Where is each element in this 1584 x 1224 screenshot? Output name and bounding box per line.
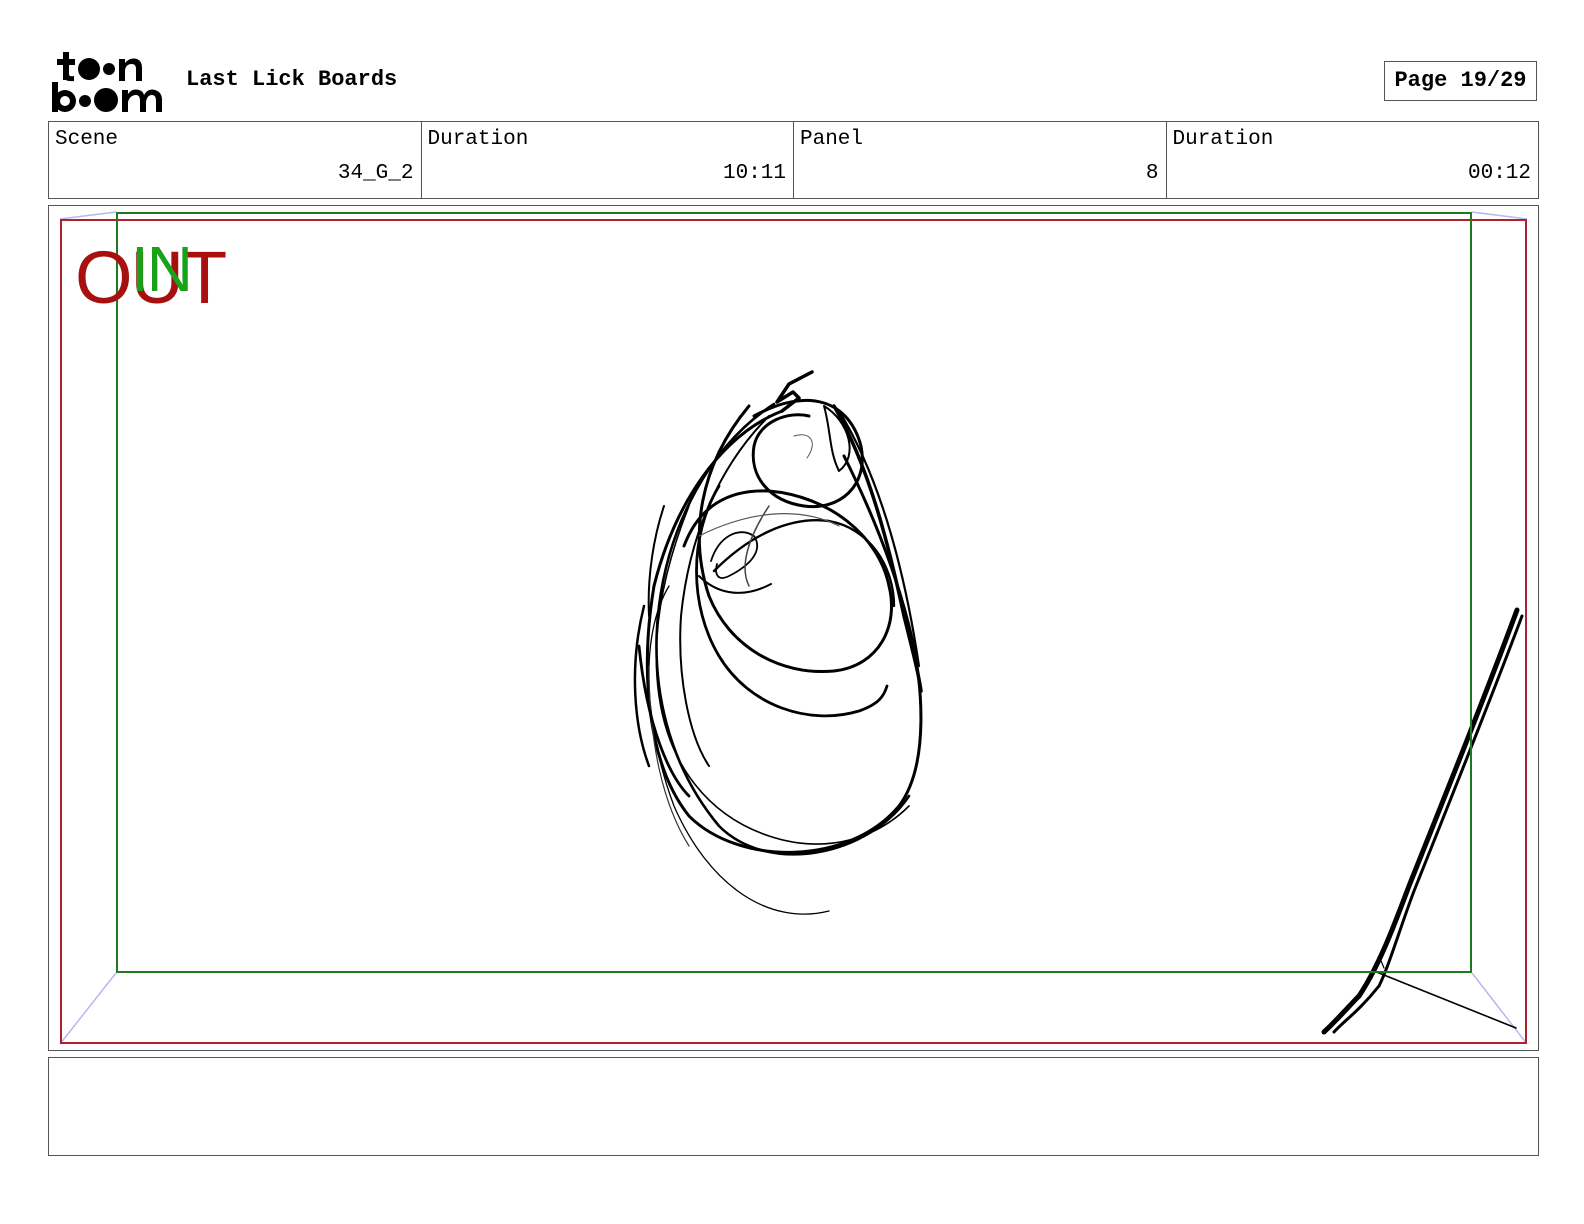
scene-label: Scene <box>55 128 119 151</box>
panel-value: 8 <box>1145 162 1159 185</box>
toon-boom-logo <box>52 52 164 114</box>
storyboard-panel: OUT IN <box>48 205 1539 1051</box>
page-number: Page 19/29 <box>1384 61 1537 101</box>
panel-duration-label: Duration <box>1172 128 1274 151</box>
panel-label: Panel <box>800 128 864 151</box>
scene-duration-cell: Duration 10:11 <box>422 122 794 198</box>
info-row: Scene 34_G_2 Duration 10:11 Panel 8 Dura… <box>48 121 1539 199</box>
scene-duration-value: 10:11 <box>722 162 786 185</box>
panel-cell: Panel 8 <box>794 122 1167 198</box>
scene-duration-label: Duration <box>427 128 529 151</box>
safe-frame-in <box>116 212 1472 973</box>
in-label: IN <box>131 233 193 305</box>
project-title: Last Lick Boards <box>186 67 398 92</box>
scene-value: 34_G_2 <box>337 162 414 185</box>
scene-cell: Scene 34_G_2 <box>49 122 422 198</box>
panel-duration-value: 00:12 <box>1467 162 1531 185</box>
notes-box <box>48 1057 1539 1156</box>
panel-duration-cell: Duration 00:12 <box>1167 122 1539 198</box>
